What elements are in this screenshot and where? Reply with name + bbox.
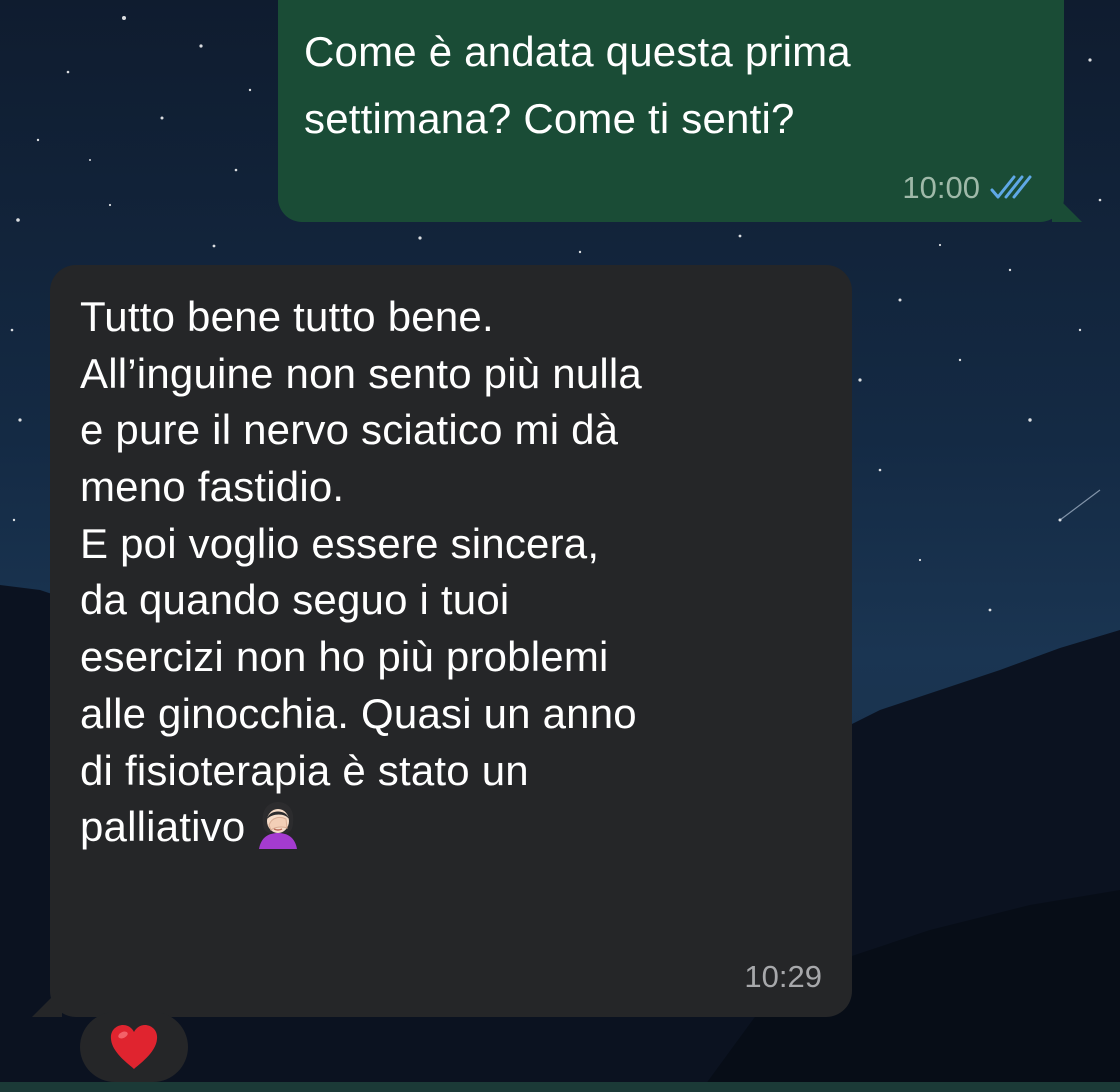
outgoing-message-bubble[interactable]: Come è andata questa prima settimana? Co… — [278, 0, 1082, 222]
double-check-read-icon — [990, 175, 1032, 199]
incoming-message-bubble[interactable]: Tutto bene tutto bene. All’inguine non s… — [32, 265, 852, 1017]
incoming-message-body: Tutto bene tutto bene. All’inguine non s… — [80, 293, 642, 851]
outgoing-message-meta: 10:00 — [902, 170, 1034, 206]
incoming-message-text: Tutto bene tutto bene. All’inguine non s… — [80, 289, 822, 856]
outgoing-message-text: Come è andata questa prima settimana? Co… — [304, 28, 851, 143]
incoming-message-time: 10:29 — [744, 959, 822, 994]
bubble-tail-icon — [32, 987, 62, 1017]
bubble-tail-icon — [1052, 192, 1082, 222]
red-heart-icon — [110, 1025, 158, 1069]
outgoing-message-time: 10:00 — [902, 170, 980, 205]
woman-facepalming-icon — [259, 802, 298, 850]
bottom-bar — [0, 1082, 1120, 1092]
message-reaction[interactable] — [80, 1012, 188, 1082]
